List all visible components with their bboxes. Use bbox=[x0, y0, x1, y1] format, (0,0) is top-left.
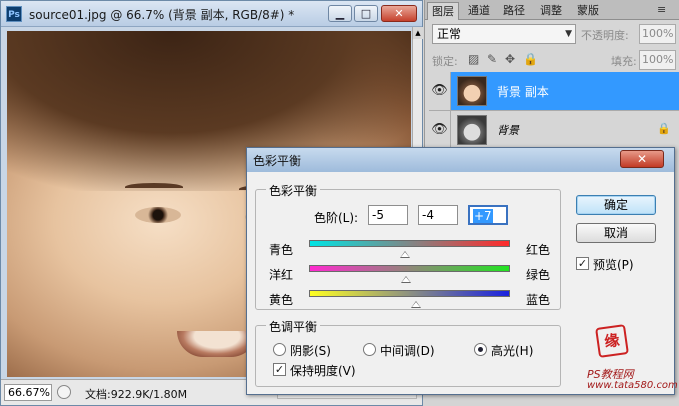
ok-button[interactable]: 确定 bbox=[576, 195, 656, 215]
image-mouth bbox=[177, 331, 257, 357]
radio-button[interactable] bbox=[363, 343, 376, 356]
opacity-label: 不透明度: bbox=[581, 29, 629, 42]
scroll-up-arrow-icon[interactable]: ▲ bbox=[413, 27, 423, 39]
image-left-eyebrow bbox=[125, 183, 183, 191]
radio-label: 中间调(D) bbox=[380, 344, 435, 358]
slider-left-label: 洋红 bbox=[269, 268, 294, 282]
fill-field[interactable]: 100% bbox=[639, 50, 676, 70]
cancel-button[interactable]: 取消 bbox=[576, 223, 656, 243]
preserve-luminosity-checkbox[interactable]: ✓ bbox=[273, 363, 286, 376]
watermark-url: www.tata580.com bbox=[587, 380, 678, 391]
lock-transparency-icon[interactable]: ▨ bbox=[468, 52, 479, 66]
dropdown-arrow-icon: ▼ bbox=[565, 29, 572, 39]
tab-adjustments[interactable]: 调整 bbox=[535, 2, 567, 20]
panel-tab-bar: 图层 通道 路径 调整 蒙版 ≡ bbox=[425, 0, 679, 20]
slider-right-label: 绿色 bbox=[526, 268, 551, 282]
slider-track[interactable] bbox=[309, 290, 510, 308]
levels-label: 色阶(L): bbox=[314, 211, 359, 225]
panel-menu-icon[interactable]: ≡ bbox=[657, 3, 666, 16]
checkbox-label: 保持明度(V) bbox=[290, 364, 356, 378]
maximize-button[interactable]: □ bbox=[354, 5, 378, 22]
watermark-seal: 缘 bbox=[595, 324, 629, 358]
preview-checkbox[interactable]: ✓ bbox=[576, 257, 589, 270]
tab-masks[interactable]: 蒙版 bbox=[571, 2, 605, 20]
close-button[interactable]: ✕ bbox=[381, 5, 417, 22]
lock-label: 锁定: bbox=[432, 55, 458, 68]
tone-balance-group: 色调平衡 阴影(S) 中间调(D) 高光(H) ✓ 保持明度(V) bbox=[255, 318, 561, 387]
image-left-eye bbox=[135, 207, 181, 223]
lock-pixels-icon[interactable]: ✎ bbox=[487, 52, 497, 66]
layer-row-background-copy[interactable]: 👁 背景 副本 bbox=[429, 72, 679, 110]
blend-mode-select[interactable]: 正常 ▼ bbox=[432, 24, 576, 44]
level-yellow-blue-input[interactable]: +7 bbox=[468, 205, 508, 225]
level-magenta-green-input[interactable]: -4 bbox=[418, 205, 458, 225]
lock-all-icon[interactable]: 🔒 bbox=[523, 52, 538, 66]
tab-channels[interactable]: 通道 bbox=[463, 2, 495, 20]
level-cyan-red-input[interactable]: -5 bbox=[368, 205, 408, 225]
lock-position-icon[interactable]: ✥ bbox=[505, 52, 515, 66]
site-watermark: 缘 PS教程网 www.tata580.com bbox=[585, 324, 678, 392]
tab-paths[interactable]: 路径 bbox=[497, 2, 531, 20]
layer-name: 背景 副本 bbox=[497, 85, 549, 99]
document-title: source01.jpg @ 66.7% (背景 副本, RGB/8#) * bbox=[29, 8, 295, 22]
slider-right-label: 红色 bbox=[526, 243, 551, 257]
slider-track[interactable] bbox=[309, 265, 510, 283]
slider-magenta-green: 洋红 绿色 bbox=[256, 263, 560, 285]
color-balance-group: 色彩平衡 色阶(L): -5 -4 +7 青色 红色 洋红 绿色 黄色 蓝色 bbox=[255, 182, 561, 310]
slider-right-label: 蓝色 bbox=[526, 293, 551, 307]
slider-thumb[interactable] bbox=[411, 301, 422, 308]
tab-layers[interactable]: 图层 bbox=[427, 2, 459, 20]
fill-label: 填充: bbox=[611, 55, 637, 68]
dialog-close-button[interactable]: ✕ bbox=[620, 150, 664, 168]
layer-lock-icon: 🔒 bbox=[657, 122, 671, 135]
color-balance-dialog: 色彩平衡 ✕ 色彩平衡 色阶(L): -5 -4 +7 青色 红色 洋红 绿色 … bbox=[246, 147, 678, 395]
layer-thumbnail bbox=[457, 76, 487, 106]
layer-name: 背景 bbox=[497, 124, 519, 137]
group-legend: 色调平衡 bbox=[266, 318, 321, 335]
minimize-button[interactable]: ▁ bbox=[328, 5, 352, 22]
document-titlebar[interactable]: Ps source01.jpg @ 66.7% (背景 副本, RGB/8#) … bbox=[1, 1, 422, 27]
document-size-info: 文档:922.9K/1.80M bbox=[85, 388, 188, 401]
layer-thumbnail bbox=[457, 115, 487, 145]
slider-left-label: 黄色 bbox=[269, 293, 294, 307]
dialog-titlebar[interactable]: 色彩平衡 ✕ bbox=[247, 148, 674, 172]
radio-label: 阴影(S) bbox=[290, 344, 331, 358]
radio-button[interactable] bbox=[273, 343, 286, 356]
slider-thumb[interactable] bbox=[399, 251, 410, 258]
visibility-eye-icon[interactable]: 👁 bbox=[429, 72, 451, 110]
opacity-field[interactable]: 100% bbox=[639, 24, 676, 44]
slider-cyan-red: 青色 红色 bbox=[256, 238, 560, 260]
level-yellow-blue-selected-text: +7 bbox=[473, 209, 493, 223]
zoom-level-field[interactable]: 66.67% bbox=[4, 384, 52, 401]
layer-row-background[interactable]: 👁 背景 🔒 bbox=[429, 110, 679, 149]
visibility-eye-icon[interactable]: 👁 bbox=[429, 111, 451, 149]
radio-button[interactable] bbox=[474, 343, 487, 356]
dialog-title: 色彩平衡 bbox=[253, 154, 302, 168]
slider-thumb[interactable] bbox=[400, 276, 411, 283]
slider-track[interactable] bbox=[309, 240, 510, 258]
photoshop-icon: Ps bbox=[6, 6, 22, 22]
slider-left-label: 青色 bbox=[269, 243, 294, 257]
status-info-icon[interactable] bbox=[57, 385, 71, 399]
blend-mode-value: 正常 bbox=[437, 27, 462, 41]
group-legend: 色彩平衡 bbox=[266, 182, 321, 199]
slider-yellow-blue: 黄色 蓝色 bbox=[256, 288, 560, 310]
radio-label: 高光(H) bbox=[491, 344, 534, 358]
checkbox-label: 预览(P) bbox=[593, 258, 634, 272]
